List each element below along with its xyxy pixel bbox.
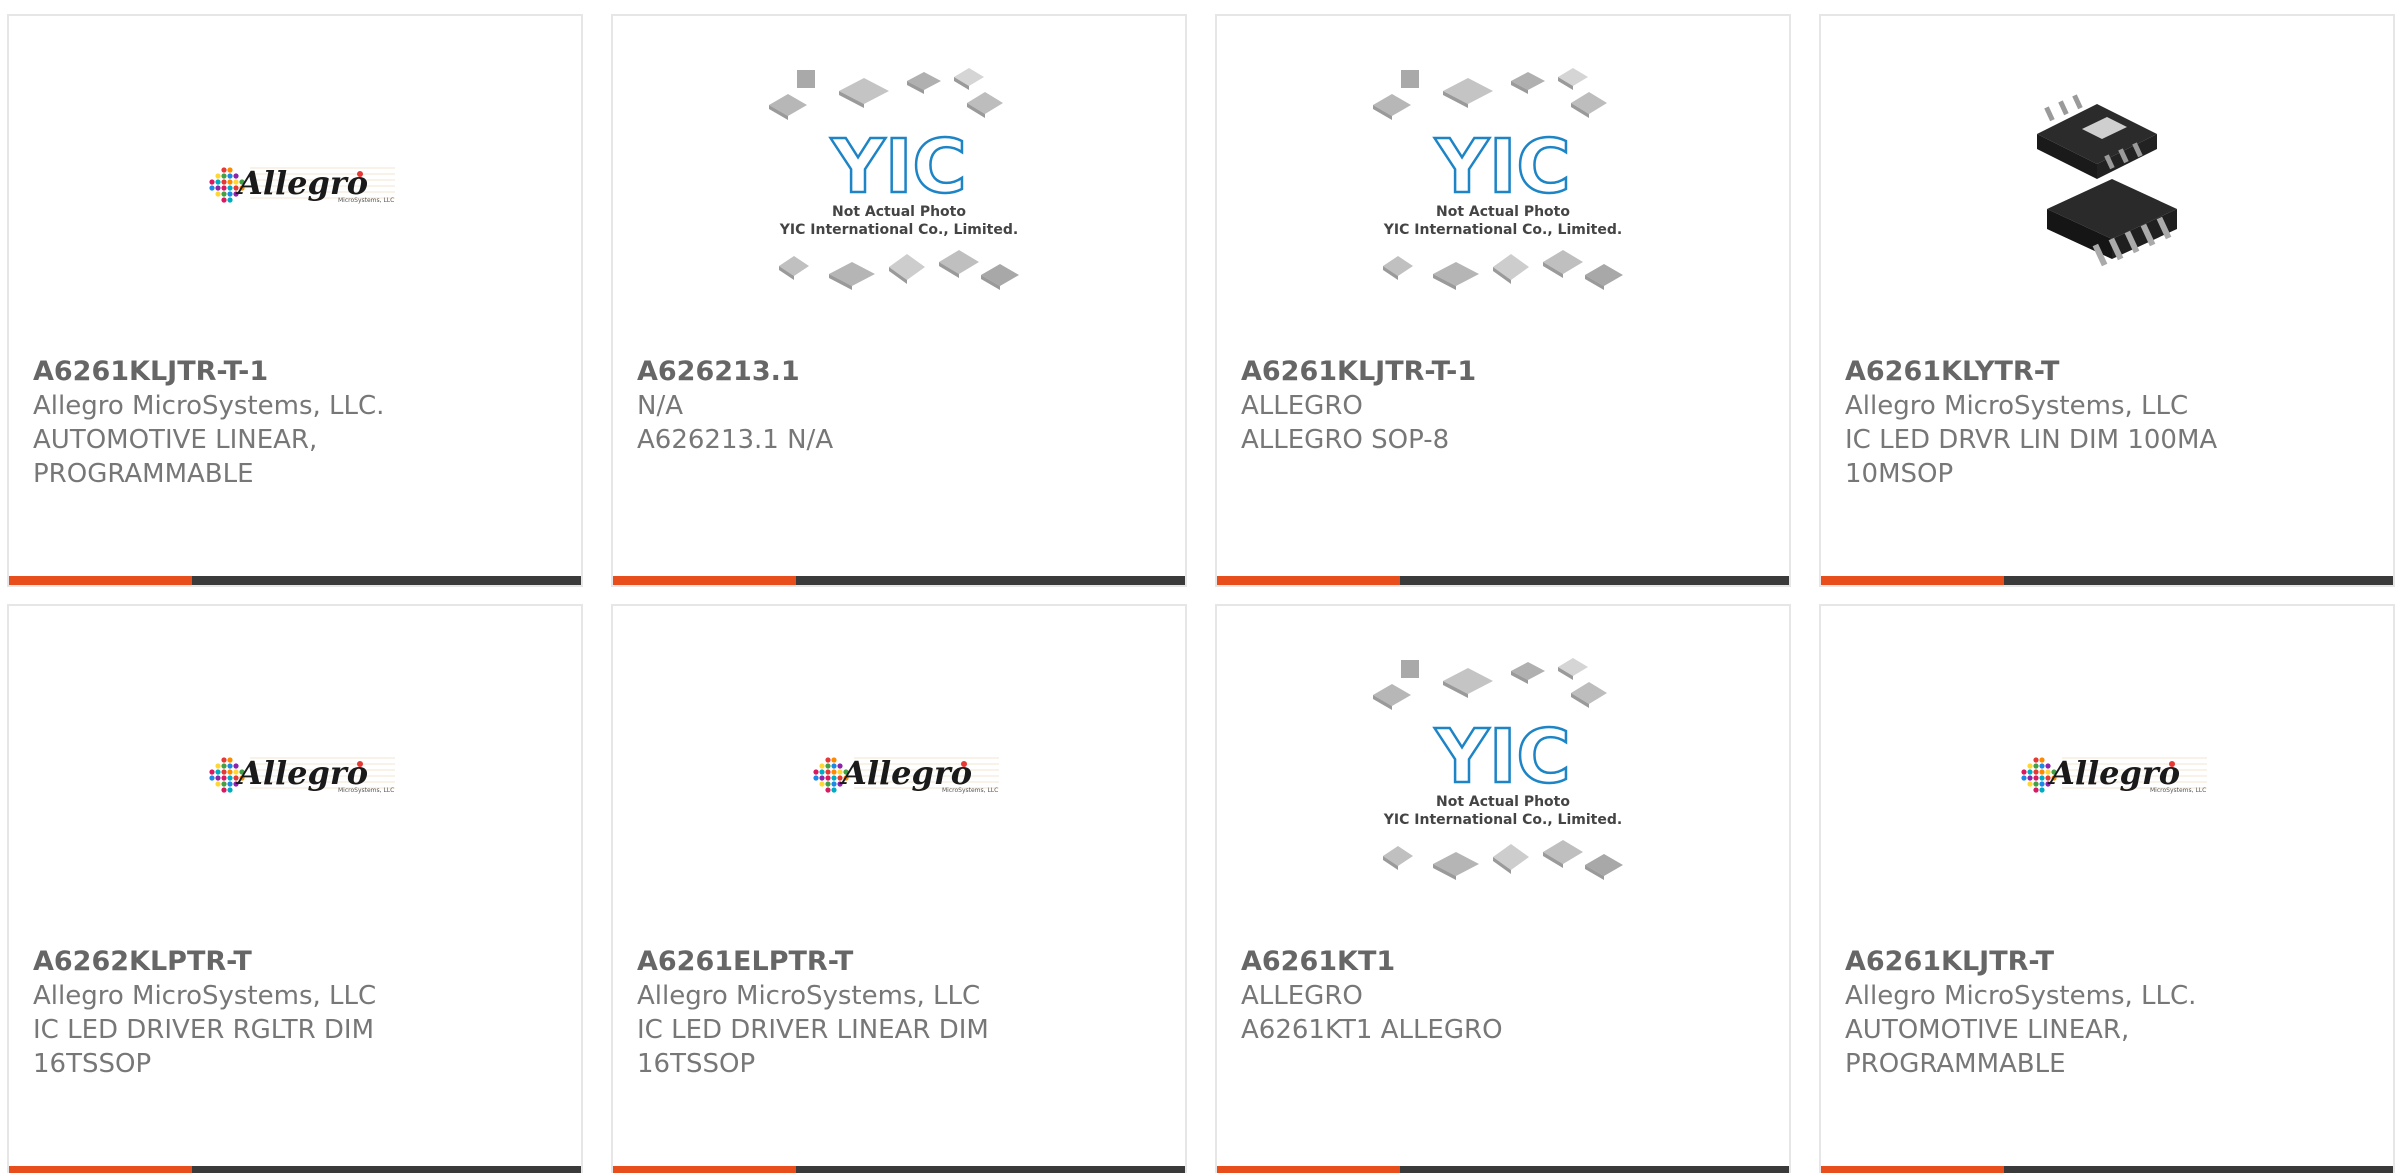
product-image[interactable]: Allegro MicroSystems, LLC xyxy=(1821,606,2393,941)
part-number-link[interactable]: A6261KT1 xyxy=(1241,945,1771,979)
manufacturer-label: Allegro MicroSystems, LLC xyxy=(33,981,377,1011)
card-accent-bar xyxy=(1821,576,2393,585)
product-image[interactable]: YIC Not Actual Photo YIC International Co.… xyxy=(1217,16,1789,351)
card-accent-bar xyxy=(613,576,1185,585)
description-line: 16TSSOP xyxy=(637,1049,756,1079)
description-line: AUTOMOTIVE LINEAR, xyxy=(1845,1015,2130,1045)
product-card[interactable]: YIC Not Actual Photo YIC International Co.… xyxy=(611,14,1187,587)
part-number-link[interactable]: A6261KLJTR-T-1 xyxy=(33,355,563,389)
manufacturer-label: ALLEGRO xyxy=(1241,391,1363,421)
product-info: A626213.1 N/A A626213.1 N/A xyxy=(637,355,1167,457)
allegro-logo-icon: AllegroMicroSystems, LLC xyxy=(209,164,395,204)
part-number-link[interactable]: A6261KLJTR-T-1 xyxy=(1241,355,1771,389)
description-line: ALLEGRO SOP-8 xyxy=(1241,425,1450,455)
allegro-logo-icon: AllegroMicroSystems, LLC xyxy=(813,754,999,794)
product-image[interactable]: Allegro MicroSystems, LLC xyxy=(9,16,581,351)
product-card[interactable]: Allegro MicroSystems, LLC A6261KLJTR-T Al… xyxy=(1819,604,2395,1173)
yic-placeholder-icon: YICNot Actual Photo YIC International Co.… xyxy=(1373,67,1623,290)
yic-placeholder-icon: YICNot Actual Photo YIC International Co.… xyxy=(1373,657,1623,880)
manufacturer-label: Allegro MicroSystems, LLC. xyxy=(33,391,385,421)
part-number-link[interactable]: A6261ELPTR-T xyxy=(637,945,1167,979)
part-number-link[interactable]: A626213.1 xyxy=(637,355,1167,389)
product-card[interactable]: Allegro MicroSystems, LLC A6261KLJTR-T-1 … xyxy=(7,14,583,587)
accent-segment xyxy=(613,1166,796,1173)
svg-text:YIC: YIC xyxy=(1434,124,1570,210)
svg-text:MicroSystems, LLC: MicroSystems, LLC xyxy=(338,787,394,794)
svg-text:YIC International Co., Limited: YIC International Co., Limited. xyxy=(1383,222,1622,238)
description-line: A6261KT1 ALLEGRO xyxy=(1241,1015,1503,1045)
product-image[interactable] xyxy=(1821,16,2393,351)
svg-text:Not Actual Photo: Not Actual Photo xyxy=(1436,204,1570,220)
accent-segment xyxy=(9,576,192,585)
description-line: AUTOMOTIVE LINEAR, xyxy=(33,425,318,455)
svg-text:YIC: YIC xyxy=(1434,714,1570,800)
description-line: PROGRAMMABLE xyxy=(1845,1049,2066,1079)
msop-chip-icon xyxy=(2037,93,2177,266)
description-line: PROGRAMMABLE xyxy=(33,459,254,489)
svg-text:MicroSystems, LLC: MicroSystems, LLC xyxy=(942,787,998,794)
description-line: 10MSOP xyxy=(1845,459,1954,489)
product-card[interactable]: YIC Not Actual Photo YIC International Co.… xyxy=(1215,14,1791,587)
description-line: IC LED DRIVER RGLTR DIM xyxy=(33,1015,375,1045)
product-info: A6261KLJTR-T-1 ALLEGRO ALLEGRO SOP-8 xyxy=(1241,355,1771,457)
svg-text:YIC International Co., Limited: YIC International Co., Limited. xyxy=(779,222,1018,238)
product-image[interactable]: YIC Not Actual Photo YIC International Co.… xyxy=(1217,606,1789,941)
product-info: A6262KLPTR-T Allegro MicroSystems, LLC I… xyxy=(33,945,563,1081)
product-info: A6261KLYTR-T Allegro MicroSystems, LLC I… xyxy=(1845,355,2375,491)
yic-placeholder-icon: YICNot Actual Photo YIC International Co.… xyxy=(769,67,1019,290)
part-number-link[interactable]: A6261KLYTR-T xyxy=(1845,355,2375,389)
accent-segment xyxy=(1217,576,1400,585)
part-number-link[interactable]: A6261KLJTR-T xyxy=(1845,945,2375,979)
card-accent-bar xyxy=(1217,576,1789,585)
svg-text:MicroSystems, LLC: MicroSystems, LLC xyxy=(338,197,394,204)
manufacturer-label: Allegro MicroSystems, LLC xyxy=(1845,391,2189,421)
description-line: A626213.1 N/A xyxy=(637,425,834,455)
product-info: A6261ELPTR-T Allegro MicroSystems, LLC I… xyxy=(637,945,1167,1081)
product-card[interactable]: YIC Not Actual Photo YIC International Co.… xyxy=(1215,604,1791,1173)
manufacturer-label: Allegro MicroSystems, LLC xyxy=(637,981,981,1011)
accent-segment xyxy=(9,1166,192,1173)
accent-segment xyxy=(1217,1166,1400,1173)
svg-text:YIC International Co., Limited: YIC International Co., Limited. xyxy=(1383,812,1622,828)
product-info: A6261KT1 ALLEGRO A6261KT1 ALLEGRO xyxy=(1241,945,1771,1047)
description-line: IC LED DRIVER LINEAR DIM xyxy=(637,1015,989,1045)
product-image[interactable]: Allegro MicroSystems, LLC xyxy=(9,606,581,941)
description-line: 16TSSOP xyxy=(33,1049,152,1079)
product-grid: Allegro MicroSystems, LLC A6261KLJTR-T-1 … xyxy=(0,0,2400,1173)
manufacturer-label: ALLEGRO xyxy=(1241,981,1363,1011)
svg-text:MicroSystems, LLC: MicroSystems, LLC xyxy=(2150,787,2206,794)
card-accent-bar xyxy=(613,1166,1185,1173)
product-info: A6261KLJTR-T-1 Allegro MicroSystems, LLC… xyxy=(33,355,563,491)
description-line: IC LED DRVR LIN DIM 100MA xyxy=(1845,425,2218,455)
product-image[interactable]: YIC Not Actual Photo YIC International Co.… xyxy=(613,16,1185,351)
manufacturer-label: N/A xyxy=(637,391,683,421)
accent-segment xyxy=(1821,1166,2004,1173)
svg-text:Not Actual Photo: Not Actual Photo xyxy=(832,204,966,220)
allegro-logo-icon: AllegroMicroSystems, LLC xyxy=(209,754,395,794)
allegro-logo-icon: AllegroMicroSystems, LLC xyxy=(2021,754,2207,794)
product-card[interactable]: A6261KLYTR-T Allegro MicroSystems, LLC I… xyxy=(1819,14,2395,587)
part-number-link[interactable]: A6262KLPTR-T xyxy=(33,945,563,979)
product-image[interactable]: Allegro MicroSystems, LLC xyxy=(613,606,1185,941)
accent-segment xyxy=(613,576,796,585)
product-card[interactable]: Allegro MicroSystems, LLC A6262KLPTR-T Al… xyxy=(7,604,583,1173)
product-info: A6261KLJTR-T Allegro MicroSystems, LLC. … xyxy=(1845,945,2375,1081)
card-accent-bar xyxy=(9,576,581,585)
card-accent-bar xyxy=(1821,1166,2393,1173)
svg-text:Not Actual Photo: Not Actual Photo xyxy=(1436,794,1570,810)
card-accent-bar xyxy=(1217,1166,1789,1173)
svg-text:YIC: YIC xyxy=(830,124,966,210)
product-card[interactable]: Allegro MicroSystems, LLC A6261ELPTR-T Al… xyxy=(611,604,1187,1173)
accent-segment xyxy=(1821,576,2004,585)
manufacturer-label: Allegro MicroSystems, LLC. xyxy=(1845,981,2197,1011)
card-accent-bar xyxy=(9,1166,581,1173)
